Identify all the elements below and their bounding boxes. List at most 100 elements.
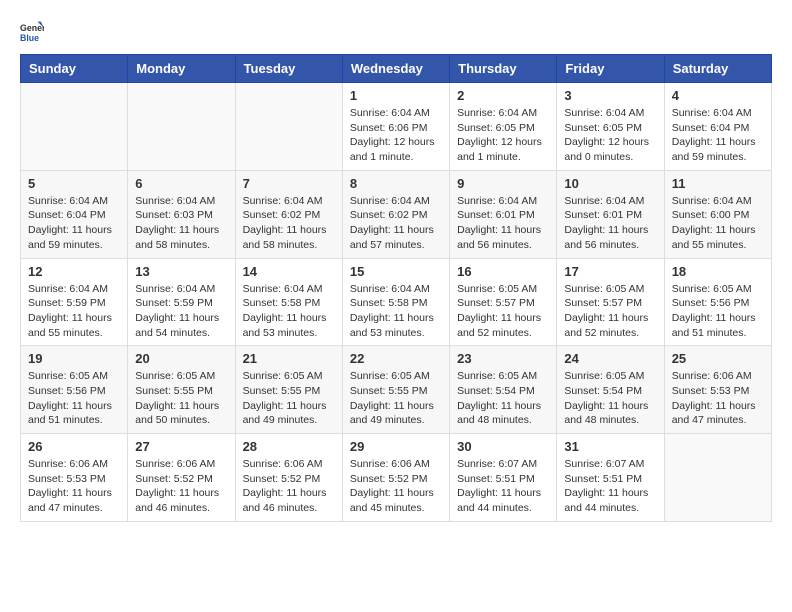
day-number: 9 xyxy=(457,176,549,191)
day-number: 5 xyxy=(28,176,120,191)
calendar-cell: 21 Sunrise: 6:05 AM Sunset: 5:55 PM Dayli… xyxy=(235,346,342,434)
day-number: 21 xyxy=(243,351,335,366)
calendar-cell: 15Sunrise: 6:04 AM Sunset: 5:58 PM Dayli… xyxy=(342,258,449,346)
calendar-cell: 12 Sunrise: 6:04 AM Sunset: 5:59 PM Dayli… xyxy=(21,258,128,346)
svg-text:General: General xyxy=(20,23,44,33)
calendar-cell: 14 Sunrise: 6:04 AM Sunset: 5:58 PM Dayli… xyxy=(235,258,342,346)
calendar-cell xyxy=(128,83,235,171)
calendar-cell: 24Sunrise: 6:05 AM Sunset: 5:54 PM Dayli… xyxy=(557,346,664,434)
day-info: Sunrise: 6:04 AM Sunset: 6:05 PM Dayligh… xyxy=(564,106,656,165)
day-info: Sunrise: 6:04 AM Sunset: 6:04 PM Dayligh… xyxy=(672,106,764,165)
day-number: 22 xyxy=(350,351,442,366)
day-info: Sunrise: 6:04 AM Sunset: 6:06 PM Dayligh… xyxy=(350,106,442,165)
calendar-cell: 6Sunrise: 6:04 AM Sunset: 6:03 PM Daylig… xyxy=(128,170,235,258)
day-number: 13 xyxy=(135,264,227,279)
logo-icon: General Blue xyxy=(20,20,44,44)
day-info: Sunrise: 6:04 AM Sunset: 5:58 PM Dayligh… xyxy=(243,282,335,341)
day-number: 28 xyxy=(243,439,335,454)
calendar-cell: 16 Sunrise: 6:05 AM Sunset: 5:57 PM Dayli… xyxy=(450,258,557,346)
day-number: 8 xyxy=(350,176,442,191)
day-number: 24 xyxy=(564,351,656,366)
calendar-cell: 8 Sunrise: 6:04 AM Sunset: 6:02 PM Daylig… xyxy=(342,170,449,258)
day-info: Sunrise: 6:04 AM Sunset: 6:01 PM Dayligh… xyxy=(457,194,549,253)
calendar-cell: 22Sunrise: 6:05 AM Sunset: 5:55 PM Dayli… xyxy=(342,346,449,434)
calendar-cell xyxy=(235,83,342,171)
calendar-table: SundayMondayTuesdayWednesdayThursdayFrid… xyxy=(20,54,772,522)
calendar-week-row: 1 Sunrise: 6:04 AM Sunset: 6:06 PM Daylig… xyxy=(21,83,772,171)
calendar-cell: 30 Sunrise: 6:07 AM Sunset: 5:51 PM Dayli… xyxy=(450,434,557,522)
day-number: 18 xyxy=(672,264,764,279)
day-info: Sunrise: 6:07 AM Sunset: 5:51 PM Dayligh… xyxy=(457,457,549,516)
calendar-cell: 28 Sunrise: 6:06 AM Sunset: 5:52 PM Dayli… xyxy=(235,434,342,522)
calendar-week-row: 19Sunrise: 6:05 AM Sunset: 5:56 PM Dayli… xyxy=(21,346,772,434)
day-info: Sunrise: 6:04 AM Sunset: 6:02 PM Dayligh… xyxy=(350,194,442,253)
calendar-cell: 31 Sunrise: 6:07 AM Sunset: 5:51 PM Dayli… xyxy=(557,434,664,522)
day-number: 31 xyxy=(564,439,656,454)
day-info: Sunrise: 6:05 AM Sunset: 5:55 PM Dayligh… xyxy=(243,369,335,428)
day-number: 17 xyxy=(564,264,656,279)
calendar-header-monday: Monday xyxy=(128,55,235,83)
day-number: 19 xyxy=(28,351,120,366)
day-number: 14 xyxy=(243,264,335,279)
day-number: 10 xyxy=(564,176,656,191)
day-info: Sunrise: 6:04 AM Sunset: 6:00 PM Dayligh… xyxy=(672,194,764,253)
day-number: 20 xyxy=(135,351,227,366)
day-number: 30 xyxy=(457,439,549,454)
calendar-cell: 26 Sunrise: 6:06 AM Sunset: 5:53 PM Dayli… xyxy=(21,434,128,522)
calendar-cell: 10Sunrise: 6:04 AM Sunset: 6:01 PM Dayli… xyxy=(557,170,664,258)
day-info: Sunrise: 6:05 AM Sunset: 5:56 PM Dayligh… xyxy=(672,282,764,341)
day-info: Sunrise: 6:04 AM Sunset: 5:59 PM Dayligh… xyxy=(135,282,227,341)
day-info: Sunrise: 6:06 AM Sunset: 5:52 PM Dayligh… xyxy=(243,457,335,516)
day-number: 1 xyxy=(350,88,442,103)
calendar-cell xyxy=(21,83,128,171)
calendar-week-row: 5 Sunrise: 6:04 AM Sunset: 6:04 PM Daylig… xyxy=(21,170,772,258)
calendar-week-row: 12 Sunrise: 6:04 AM Sunset: 5:59 PM Dayli… xyxy=(21,258,772,346)
day-number: 23 xyxy=(457,351,549,366)
day-info: Sunrise: 6:05 AM Sunset: 5:57 PM Dayligh… xyxy=(457,282,549,341)
day-number: 26 xyxy=(28,439,120,454)
day-number: 16 xyxy=(457,264,549,279)
calendar-header-sunday: Sunday xyxy=(21,55,128,83)
day-info: Sunrise: 6:04 AM Sunset: 6:02 PM Dayligh… xyxy=(243,194,335,253)
day-number: 29 xyxy=(350,439,442,454)
page-header: General Blue xyxy=(20,20,772,44)
calendar-cell: 27 Sunrise: 6:06 AM Sunset: 5:52 PM Dayli… xyxy=(128,434,235,522)
day-info: Sunrise: 6:06 AM Sunset: 5:53 PM Dayligh… xyxy=(672,369,764,428)
day-number: 25 xyxy=(672,351,764,366)
day-info: Sunrise: 6:06 AM Sunset: 5:53 PM Dayligh… xyxy=(28,457,120,516)
calendar-cell: 4 Sunrise: 6:04 AM Sunset: 6:04 PM Daylig… xyxy=(664,83,771,171)
day-number: 2 xyxy=(457,88,549,103)
day-info: Sunrise: 6:06 AM Sunset: 5:52 PM Dayligh… xyxy=(135,457,227,516)
calendar-header-row: SundayMondayTuesdayWednesdayThursdayFrid… xyxy=(21,55,772,83)
day-number: 12 xyxy=(28,264,120,279)
day-info: Sunrise: 6:05 AM Sunset: 5:57 PM Dayligh… xyxy=(564,282,656,341)
day-number: 3 xyxy=(564,88,656,103)
day-info: Sunrise: 6:07 AM Sunset: 5:51 PM Dayligh… xyxy=(564,457,656,516)
day-info: Sunrise: 6:04 AM Sunset: 6:04 PM Dayligh… xyxy=(28,194,120,253)
calendar-cell xyxy=(664,434,771,522)
calendar-cell: 7 Sunrise: 6:04 AM Sunset: 6:02 PM Daylig… xyxy=(235,170,342,258)
day-info: Sunrise: 6:05 AM Sunset: 5:54 PM Dayligh… xyxy=(457,369,549,428)
calendar-cell: 3 Sunrise: 6:04 AM Sunset: 6:05 PM Daylig… xyxy=(557,83,664,171)
day-number: 11 xyxy=(672,176,764,191)
calendar-cell: 20 Sunrise: 6:05 AM Sunset: 5:55 PM Dayli… xyxy=(128,346,235,434)
day-number: 4 xyxy=(672,88,764,103)
calendar-header-wednesday: Wednesday xyxy=(342,55,449,83)
day-number: 27 xyxy=(135,439,227,454)
day-info: Sunrise: 6:05 AM Sunset: 5:55 PM Dayligh… xyxy=(135,369,227,428)
logo: General Blue xyxy=(20,20,48,44)
calendar-cell: 25 Sunrise: 6:06 AM Sunset: 5:53 PM Dayli… xyxy=(664,346,771,434)
calendar-cell: 11 Sunrise: 6:04 AM Sunset: 6:00 PM Dayli… xyxy=(664,170,771,258)
day-number: 7 xyxy=(243,176,335,191)
day-info: Sunrise: 6:04 AM Sunset: 6:03 PM Dayligh… xyxy=(135,194,227,253)
day-info: Sunrise: 6:04 AM Sunset: 5:59 PM Dayligh… xyxy=(28,282,120,341)
calendar-cell: 5 Sunrise: 6:04 AM Sunset: 6:04 PM Daylig… xyxy=(21,170,128,258)
calendar-header-saturday: Saturday xyxy=(664,55,771,83)
calendar-header-thursday: Thursday xyxy=(450,55,557,83)
day-info: Sunrise: 6:04 AM Sunset: 6:05 PM Dayligh… xyxy=(457,106,549,165)
calendar-cell: 1 Sunrise: 6:04 AM Sunset: 6:06 PM Daylig… xyxy=(342,83,449,171)
calendar-week-row: 26 Sunrise: 6:06 AM Sunset: 5:53 PM Dayli… xyxy=(21,434,772,522)
day-number: 15 xyxy=(350,264,442,279)
calendar-header-tuesday: Tuesday xyxy=(235,55,342,83)
calendar-cell: 18 Sunrise: 6:05 AM Sunset: 5:56 PM Dayli… xyxy=(664,258,771,346)
